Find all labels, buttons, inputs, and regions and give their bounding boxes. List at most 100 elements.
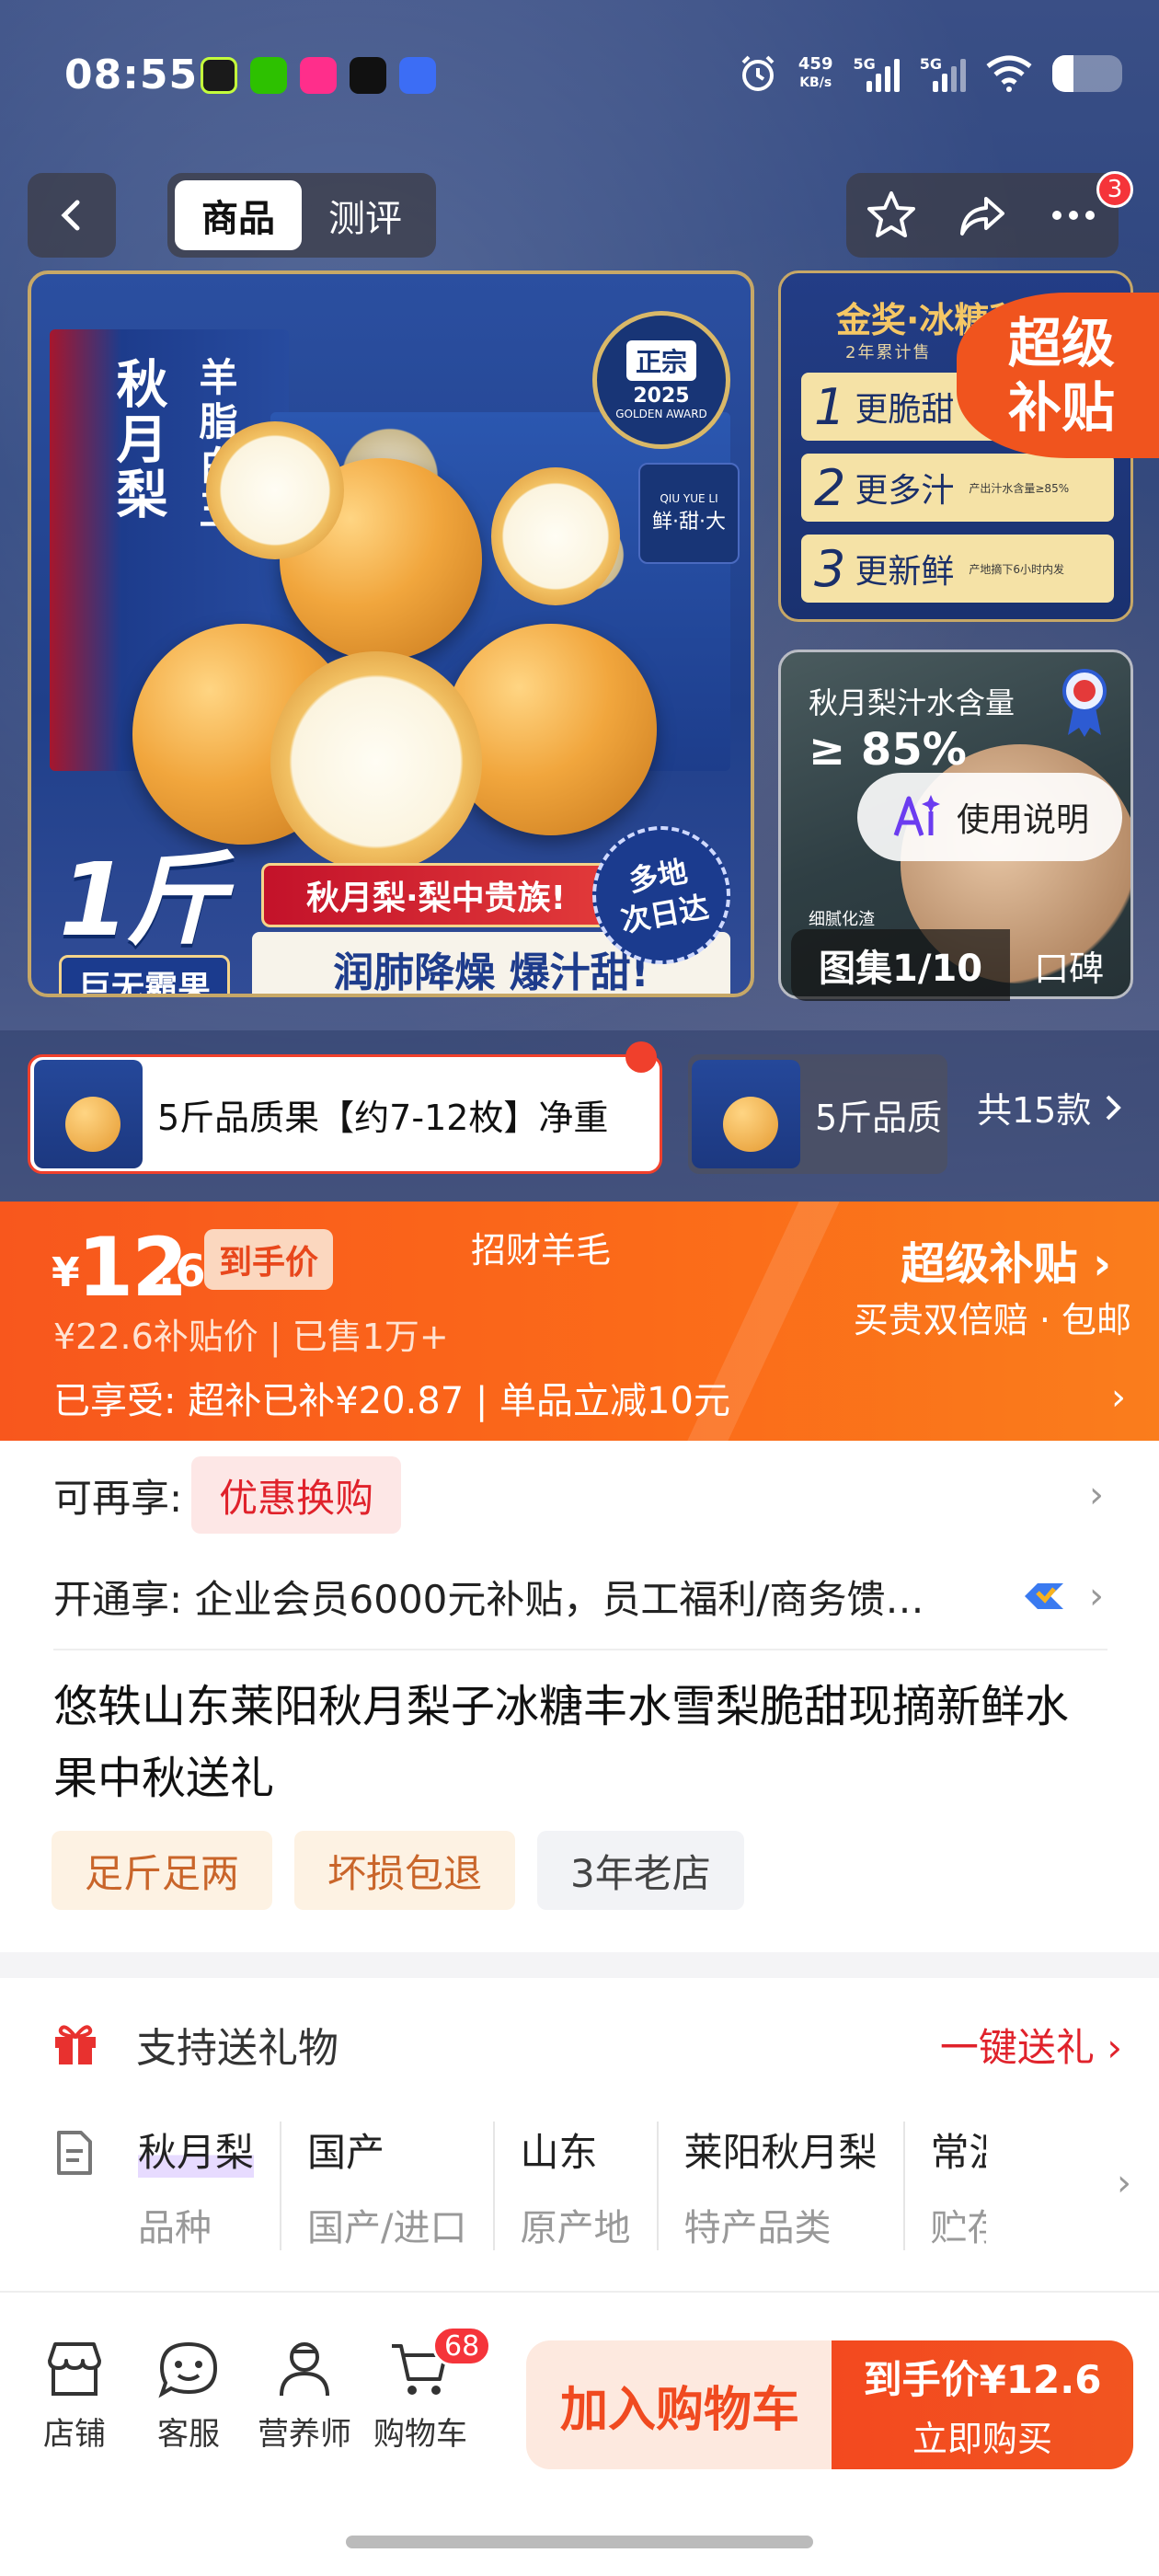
enjoyed-discount: 已享受: 超补已补¥20.87 | 单品立减10元 <box>53 1380 730 1422</box>
sku-new-dot <box>625 1041 657 1073</box>
super-subsidy-link[interactable]: 超级补贴 › <box>901 1227 1111 1292</box>
section-gap <box>0 1952 1159 1978</box>
sku-option-selected[interactable]: 5斤品质果【约7-12枚】净重 <box>28 1054 662 1174</box>
sku-thumbnail <box>34 1060 143 1168</box>
price-bar[interactable]: ¥ 12 .6 到手价 招财羊毛 ¥22.6补贴价 | 已售1万+ 超级补贴 ›… <box>0 1202 1159 1441</box>
price-decimal: .6 <box>158 1246 206 1297</box>
main-product-image[interactable]: 秋月梨 羊脂白玉 正宗 2025 GOLDEN AWARD QIU YUE LI… <box>28 270 754 997</box>
attr-origin: 山东 原产地 <box>521 2122 659 2250</box>
super-subsidy-badge: 超级 补贴 <box>957 293 1159 458</box>
extra-offer-label: 可再享: <box>53 1475 183 1521</box>
attr-storage: 常温贮存 <box>930 2130 986 2249</box>
sku-option[interactable]: 5斤品质 <box>688 1054 947 1174</box>
wechat-icon <box>250 57 287 94</box>
chevron-right-icon: › <box>1111 1376 1126 1419</box>
shopping-app-icon <box>300 57 337 94</box>
pear-half-image <box>491 467 620 605</box>
favorite-star-icon[interactable] <box>864 188 919 243</box>
juice-foot: 细腻化渣 <box>809 910 875 929</box>
chevron-left-icon <box>61 200 80 231</box>
product-info: 可再享: 优惠换购 › 开通享: 企业会员6000元补贴，员工福利/商务馈… ›… <box>0 1441 1159 1952</box>
member-logo-icon <box>1025 1583 1063 1609</box>
tab-review[interactable]: 测评 <box>302 180 429 250</box>
ai-sparkle-icon <box>893 795 940 836</box>
cart-label: 购物车 <box>373 2416 467 2453</box>
top-tabs: 商品 测评 <box>167 173 436 258</box>
chevron-right-icon: › <box>1089 1575 1104 1617</box>
gift-and-attributes: 支持送礼物 一键送礼 › 秋月梨 品种 国产 国产/进口 山东 原产地 莱阳秋月梨 特产… <box>0 1978 1159 2337</box>
store-icon <box>48 2342 101 2396</box>
pear-half-image <box>270 651 482 872</box>
tag-full-weight[interactable]: 足斤足两 <box>52 1831 273 1910</box>
product-title: 悠轶山东莱阳秋月梨子冰糖丰水雪梨脆甜现摘新鲜水果中秋送礼 <box>53 1681 1070 1804</box>
bottom-action-bar: 店铺 客服 营养师 购物车 68 加入购物车 到手价¥12.6 立即购买 <box>0 2291 1159 2576</box>
battery-icon <box>1052 55 1122 92</box>
juice-title: 秋月梨汁水含量 <box>809 685 1016 720</box>
tag-damage-refund[interactable]: 坏损包退 <box>294 1831 516 1910</box>
net-speed: 459 KB/s <box>798 54 833 91</box>
chevron-right-icon: › <box>1089 1474 1104 1516</box>
ai-instructions-label: 使用说明 <box>956 801 1089 839</box>
back-button[interactable] <box>28 173 116 258</box>
wifi-icon <box>986 55 1032 92</box>
qiu-yue-li-badge: QIU YUE LI 鲜·甜·大 <box>638 463 740 564</box>
status-bar: 08:55 459 KB/s 5G 5G <box>0 0 1159 156</box>
sku-total-label: 共15款 <box>977 1090 1092 1131</box>
original-price: ¥22.6补贴价 | 已售1万+ <box>53 1317 449 1357</box>
award-subtitle: 2年累计售 <box>845 343 932 362</box>
store-button[interactable]: 店铺 <box>24 2339 125 2454</box>
status-right: 459 KB/s 5G 5G <box>738 53 1122 94</box>
member-offer-row[interactable]: 开通享: 企业会员6000元补贴，员工福利/商务馈… › <box>53 1555 1131 1638</box>
tag-store-age[interactable]: 3年老店 <box>537 1831 744 1910</box>
attr-specialty: 莱阳秋月梨 特产品类 <box>684 2122 905 2250</box>
attr-variety: 秋月梨 品种 <box>138 2122 282 2250</box>
signal-1-icon: 5G <box>853 55 900 92</box>
document-icon <box>57 2131 92 2175</box>
exchange-coupon[interactable]: 优惠换购 <box>191 1456 402 1534</box>
buy-now-label: 立即购买 <box>912 2419 1052 2459</box>
chevron-right-icon[interactable]: › <box>1117 2162 1131 2204</box>
gift-icon <box>55 2025 96 2064</box>
more-icon[interactable] <box>1046 188 1101 243</box>
box-title: 秋月梨 <box>108 357 167 523</box>
medal-icon <box>1062 669 1107 737</box>
gift-label: 支持送礼物 <box>136 2025 339 2072</box>
ai-instructions-button[interactable]: 使用说明 <box>857 773 1122 861</box>
price-center-note: 招财羊毛 <box>471 1230 612 1271</box>
store-label: 店铺 <box>43 2416 106 2453</box>
price-currency: ¥ <box>52 1249 80 1296</box>
gallery-bar: 图集1/10 口碑 <box>791 929 1131 1001</box>
cart-count-badge: 68 <box>432 2326 492 2366</box>
extra-offer-row[interactable]: 可再享: 优惠换购 › <box>53 1454 1131 1536</box>
product-hero: 08:55 459 KB/s 5G 5G 商品 测评 3 秋月梨 羊脂白玉 正宗… <box>0 0 1159 1205</box>
customer-service-icon <box>158 2341 218 2398</box>
golden-award-seal: 正宗 2025 GOLDEN AWARD <box>592 311 730 449</box>
sku-label: 5斤品质 <box>815 1097 943 1138</box>
gallery-count[interactable]: 图集1/10 <box>791 929 1011 1001</box>
buy-price-label: 到手价¥12.6 <box>863 2357 1102 2402</box>
more-badge: 3 <box>1096 171 1133 208</box>
feature-3: 3 更新鲜 产地摘下6小时内发 <box>801 535 1114 603</box>
sku-label: 5斤品质果【约7-12枚】净重 <box>157 1097 609 1138</box>
send-gift-button[interactable]: 一键送礼 › <box>940 2017 1122 2073</box>
home-indicator[interactable] <box>346 2536 813 2548</box>
banner-noble: 秋月梨·梨中贵族! <box>261 863 611 927</box>
signal-2-icon: 5G <box>920 55 966 92</box>
buy-now-button[interactable]: 到手价¥12.6 立即购买 <box>832 2340 1133 2469</box>
divider <box>53 1649 1107 1650</box>
add-to-cart-button[interactable]: 加入购物车 <box>526 2340 833 2469</box>
nutritionist-button[interactable]: 营养师 <box>254 2339 355 2454</box>
sku-total-link[interactable]: 共15款 <box>977 1082 1122 1133</box>
service-label: 客服 <box>157 2416 220 2453</box>
attribute-list[interactable]: 秋月梨品种 国产国产/进口 山东原产地 莱阳秋月梨特产品类 常温贮存 <box>138 2122 1012 2250</box>
tiktok-icon <box>350 57 386 94</box>
gallery-review-tab[interactable]: 口碑 <box>1010 940 1128 991</box>
tab-product[interactable]: 商品 <box>175 180 302 250</box>
price-guarantee: 买贵双倍赔 · 包邮 <box>853 1300 1131 1340</box>
nutritionist-icon <box>280 2342 329 2397</box>
share-icon[interactable] <box>955 188 1010 243</box>
juice-value: ≥ 85% <box>809 724 967 776</box>
final-price-tag: 到手价 <box>204 1229 334 1290</box>
attr-origin-type: 国产 国产/进口 <box>307 2122 495 2250</box>
service-button[interactable]: 客服 <box>138 2339 239 2454</box>
